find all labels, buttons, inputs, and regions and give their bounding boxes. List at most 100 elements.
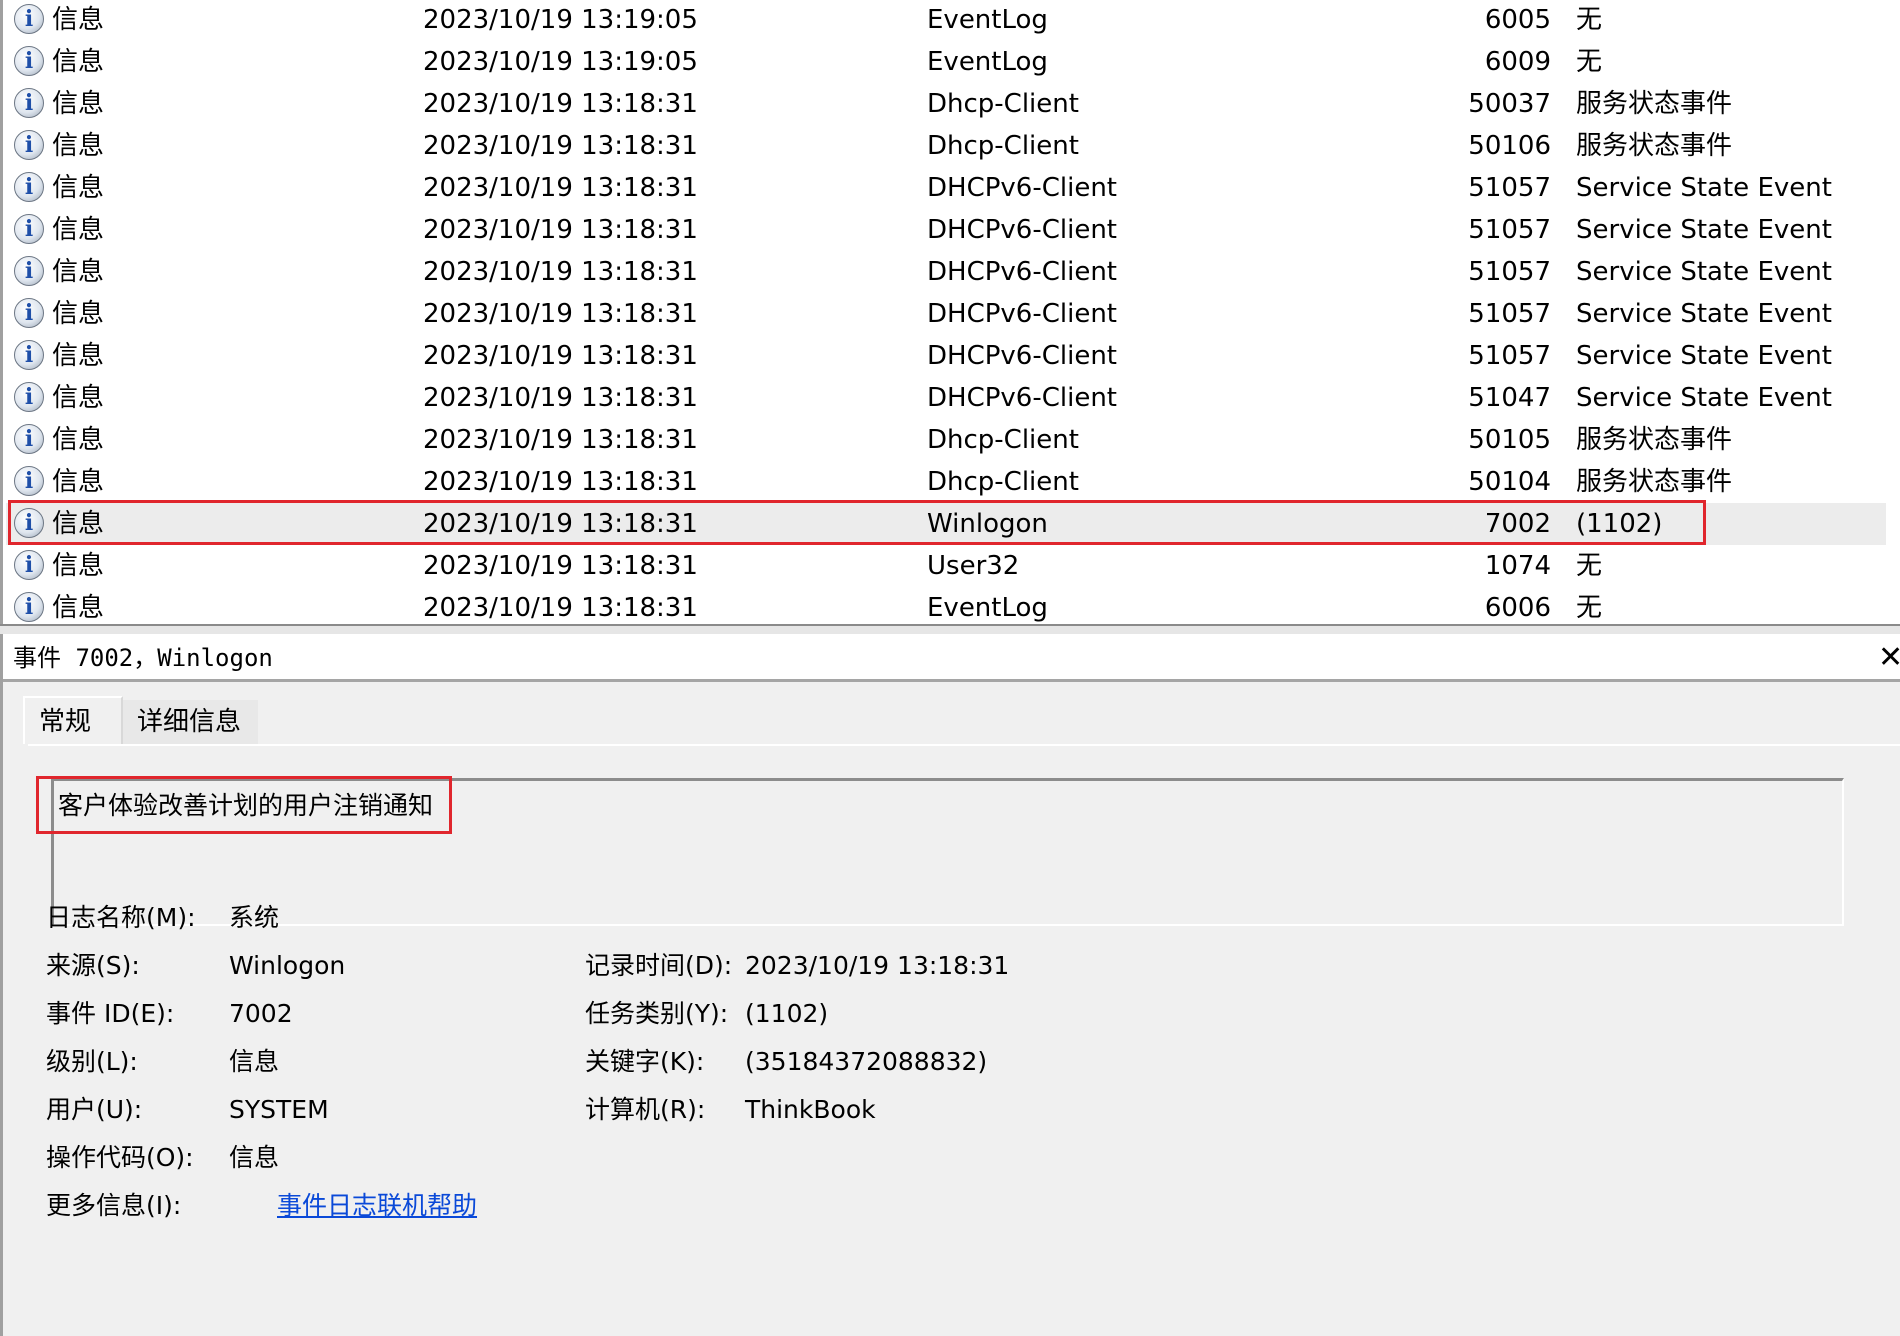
event-category: Service State Event (1576, 299, 1832, 329)
event-date: 2023/10/19 13:18:31 (423, 299, 698, 329)
event-list[interactable]: 信息2023/10/19 13:18:31EventLog6006无信息2023… (0, 0, 1900, 624)
event-level: 信息 (52, 341, 105, 371)
source-label: 来源(S): (46, 951, 140, 980)
more-info-label: 更多信息(I): (46, 1191, 182, 1220)
keywords-label: 关键字(K): (585, 1047, 705, 1076)
event-date: 2023/10/19 13:18:31 (423, 593, 698, 623)
level-label: 级别(L): (46, 1047, 138, 1076)
event-id: 51047 (1468, 383, 1551, 413)
event-row[interactable]: 信息 2023/10/19 13:19:05 EventLog 6005 无 (6, 0, 1886, 41)
event-description: 客户体验改善计划的用户注销通知 (58, 791, 434, 820)
event-category: Service State Event (1576, 215, 1832, 245)
event-level: 信息 (52, 383, 105, 413)
event-date: 2023/10/19 13:19:05 (423, 47, 698, 77)
event-source: DHCPv6-Client (927, 257, 1117, 287)
info-icon (14, 172, 44, 202)
event-source: EventLog (927, 5, 1048, 35)
info-icon (14, 130, 44, 160)
info-icon (14, 424, 44, 454)
event-level: 信息 (52, 5, 105, 35)
event-level: 信息 (52, 509, 105, 539)
opcode-label: 操作代码(O): (46, 1143, 194, 1172)
info-icon (14, 592, 44, 622)
level-icon-cell (14, 83, 48, 125)
event-date: 2023/10/19 13:18:31 (423, 89, 698, 119)
level-icon-cell (14, 125, 48, 167)
event-id: 51057 (1468, 299, 1551, 329)
event-category: Service State Event (1576, 257, 1832, 287)
level-icon-cell (14, 587, 48, 624)
event-date: 2023/10/19 13:18:31 (423, 509, 698, 539)
event-row[interactable]: 信息 2023/10/19 13:18:31 Dhcp-Client 50037 服务状… (6, 83, 1886, 125)
event-row[interactable]: 信息 2023/10/19 13:18:31 DHCPv6-Client 51057 S… (6, 167, 1886, 209)
event-id: 51057 (1468, 173, 1551, 203)
level-value: 信息 (229, 1047, 280, 1076)
event-source: DHCPv6-Client (927, 341, 1117, 371)
event-row[interactable]: 信息 2023/10/19 13:18:31 DHCPv6-Client 51057 S… (6, 251, 1886, 293)
info-icon (14, 46, 44, 76)
level-icon-cell (14, 0, 48, 41)
event-date: 2023/10/19 13:18:31 (423, 467, 698, 497)
level-icon-cell (14, 167, 48, 209)
event-source: EventLog (927, 593, 1048, 623)
event-row[interactable]: 信息 2023/10/19 13:18:31 DHCPv6-Client 51057 S… (6, 209, 1886, 251)
online-help-link[interactable]: 事件日志联机帮助 (277, 1188, 477, 1224)
event-level: 信息 (52, 593, 105, 623)
info-icon (14, 382, 44, 412)
log-name-label: 日志名称(M): (46, 903, 196, 932)
logged-value: 2023/10/19 13:18:31 (745, 951, 1010, 980)
event-row[interactable]: 信息 2023/10/19 13:18:31 EventLog 6006 无 (6, 587, 1886, 624)
detail-header: 事件 7002，Winlogon ✕ (3, 634, 1900, 682)
event-row[interactable]: 信息 2023/10/19 13:18:31 Winlogon 7002 (1102) (6, 503, 1886, 545)
event-category: 无 (1576, 593, 1603, 623)
event-level: 信息 (52, 299, 105, 329)
event-level: 信息 (52, 467, 105, 497)
info-icon (14, 4, 44, 34)
event-row[interactable]: 信息 2023/10/19 13:18:31 Dhcp-Client 50106 服务状… (6, 125, 1886, 167)
event-category: (1102) (1576, 509, 1663, 539)
event-id: 51057 (1468, 341, 1551, 371)
event-source: DHCPv6-Client (927, 173, 1117, 203)
info-icon (14, 508, 44, 538)
event-category: 无 (1576, 47, 1603, 77)
event-row[interactable]: 信息 2023/10/19 13:18:31 User32 1074 无 (6, 545, 1886, 587)
event-id: 50106 (1468, 131, 1551, 161)
event-row[interactable]: 信息 2023/10/19 13:18:31 DHCPv6-Client 51057 S… (6, 293, 1886, 335)
event-category: 无 (1576, 551, 1603, 581)
info-icon (14, 466, 44, 496)
event-source: DHCPv6-Client (927, 383, 1117, 413)
event-row[interactable]: 信息 2023/10/19 13:19:05 EventLog 6009 无 (6, 41, 1886, 83)
event-row[interactable]: 信息 2023/10/19 13:18:31 DHCPv6-Client 51047 S… (6, 377, 1886, 419)
logged-label: 记录时间(D): (585, 951, 733, 980)
event-date: 2023/10/19 13:18:31 (423, 425, 698, 455)
event-level: 信息 (52, 47, 105, 77)
info-icon (14, 256, 44, 286)
event-row[interactable]: 信息 2023/10/19 13:18:31 Dhcp-Client 50105 服务状… (6, 419, 1886, 461)
event-row[interactable]: 信息 2023/10/19 13:18:31 DHCPv6-Client 51057 S… (6, 335, 1886, 377)
event-category: 服务状态事件 (1576, 89, 1733, 119)
tab-details[interactable]: 详细信息 (123, 700, 258, 744)
close-icon[interactable]: ✕ (1878, 642, 1900, 674)
computer-value: ThinkBook (745, 1095, 876, 1124)
event-source: Dhcp-Client (927, 467, 1079, 497)
level-icon-cell (14, 377, 48, 419)
event-level: 信息 (52, 215, 105, 245)
pane-splitter[interactable] (0, 624, 1900, 634)
event-date: 2023/10/19 13:18:31 (423, 257, 698, 287)
level-icon-cell (14, 209, 48, 251)
level-icon-cell (14, 293, 48, 335)
tab-general[interactable]: 常规 (23, 696, 123, 744)
event-source: Dhcp-Client (927, 425, 1079, 455)
info-icon (14, 88, 44, 118)
event-row[interactable]: 信息 2023/10/19 13:18:31 Dhcp-Client 50104 服务状… (6, 461, 1886, 503)
event-category: 无 (1576, 5, 1603, 35)
event-category: 服务状态事件 (1576, 131, 1733, 161)
level-icon-cell (14, 251, 48, 293)
event-id: 6006 (1484, 593, 1551, 623)
event-level: 信息 (52, 551, 105, 581)
event-date: 2023/10/19 13:19:05 (423, 5, 698, 35)
event-date: 2023/10/19 13:18:31 (423, 215, 698, 245)
level-icon-cell (14, 41, 48, 83)
event-level: 信息 (52, 257, 105, 287)
user-label: 用户(U): (46, 1095, 143, 1124)
